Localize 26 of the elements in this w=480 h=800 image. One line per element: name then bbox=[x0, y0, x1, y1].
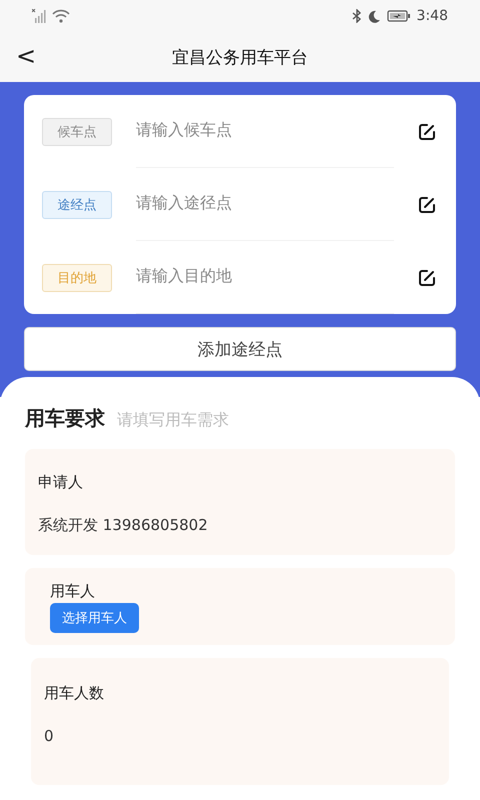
signal-icon bbox=[32, 9, 46, 23]
input-field[interactable]: 请输入目的地 bbox=[136, 241, 394, 314]
status-time: 3:48 bbox=[416, 8, 448, 24]
back-button[interactable]: < bbox=[12, 42, 40, 70]
field-label: 用车人数 bbox=[44, 684, 105, 703]
field-label: 用车人 bbox=[50, 582, 95, 601]
section-hint: 请填写用车需求 bbox=[117, 410, 229, 431]
count-value: 0 bbox=[44, 727, 55, 745]
page-title: 宜昌公务用车平台 bbox=[172, 46, 308, 68]
add-waypoint-button[interactable]: 添加途经点 bbox=[24, 327, 456, 371]
section-title: 用车要求 bbox=[25, 405, 105, 432]
edit-icon[interactable] bbox=[418, 268, 436, 286]
edit-icon[interactable] bbox=[418, 122, 436, 140]
stop-tag: 途经点 bbox=[42, 190, 112, 218]
field-label: 申请人 bbox=[38, 473, 84, 492]
select-user-button[interactable]: 选择用车人 bbox=[50, 603, 139, 633]
stop-tag: 目的地 bbox=[42, 264, 112, 292]
battery-icon bbox=[386, 10, 411, 22]
stop-tag: 候车点 bbox=[42, 118, 112, 146]
input-field[interactable]: 请输入候车点 bbox=[136, 95, 394, 168]
input-field[interactable]: 请输入途径点 bbox=[136, 168, 394, 241]
edit-icon[interactable] bbox=[418, 196, 436, 214]
applicant-value: 系统开发 13986805802 bbox=[38, 516, 209, 535]
wifi-icon bbox=[52, 9, 70, 23]
moon-icon bbox=[368, 10, 381, 22]
bluetooth-icon bbox=[352, 9, 362, 23]
